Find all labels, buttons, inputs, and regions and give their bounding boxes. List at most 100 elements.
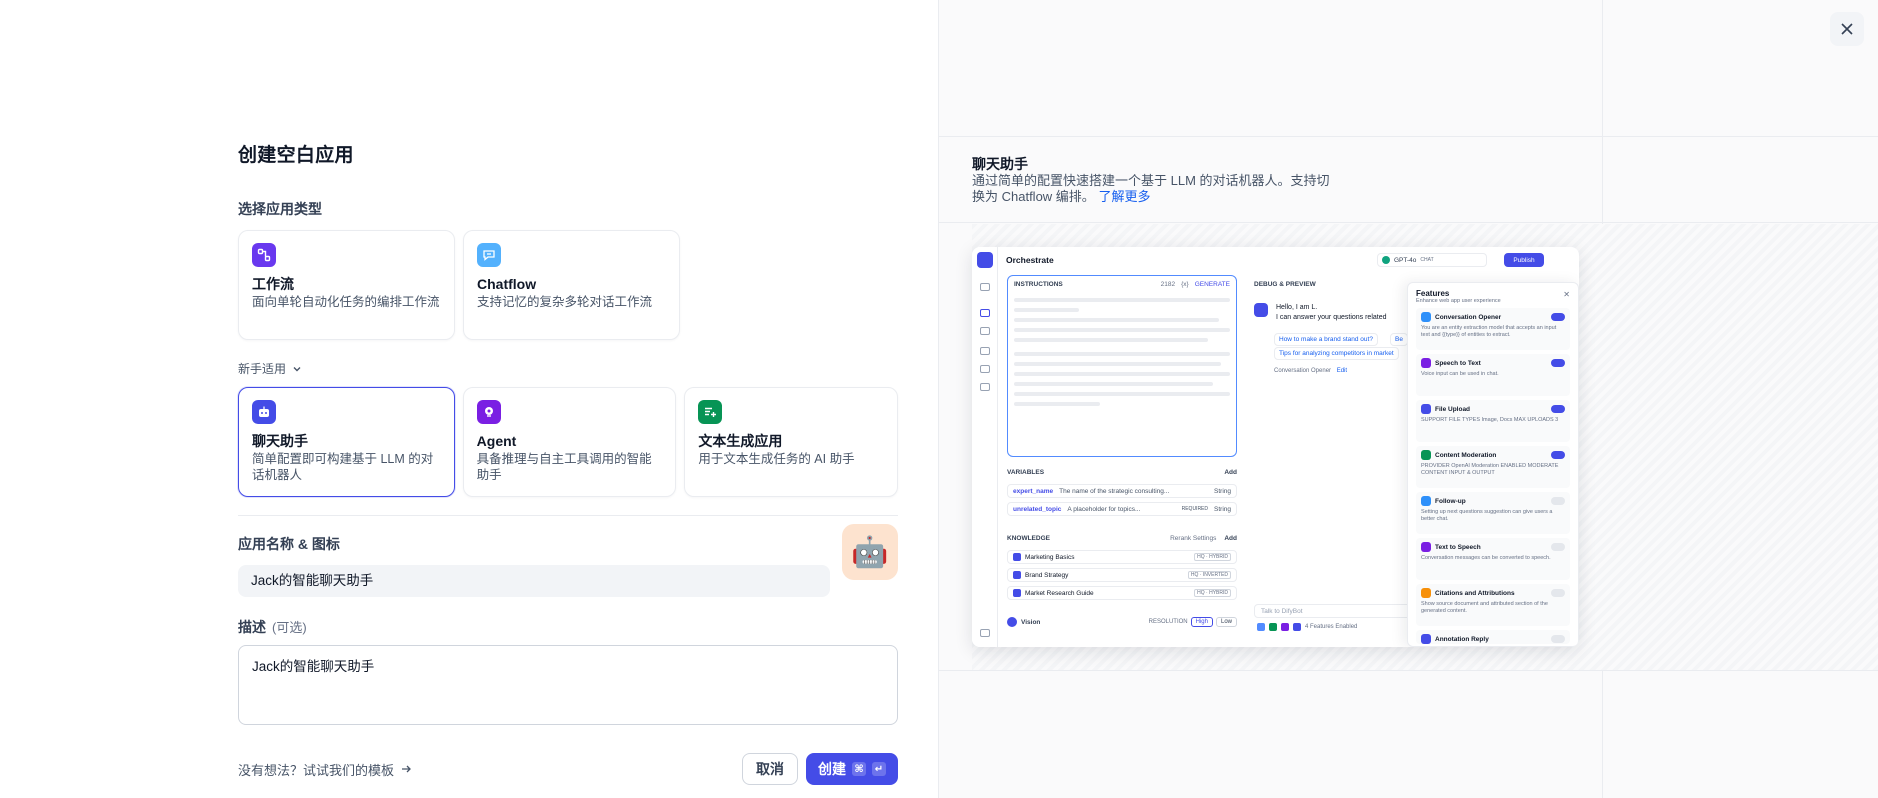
feature-dot-icon [1257,623,1265,631]
variable-type: String [1214,488,1231,495]
type-name: Chatflow [477,276,537,292]
action-buttons: 取消 创建 ⌘ ↵ [742,753,898,785]
feature-desc: Conversation messages can be converted t… [1421,555,1551,561]
opener-row: Conversation Opener Edit [1274,368,1347,374]
feature-desc: Voice input can be used in chat. [1421,371,1499,377]
generate-label: GENERATE [1194,281,1230,288]
nav-icon [980,309,990,317]
feature-row: File Upload [1421,404,1565,414]
basic-types: 聊天助手 简单配置即可构建基于 LLM 的对话机器人 Agent 具备推理与自主… [238,387,898,497]
placeholder-line [1014,328,1230,332]
variable-row: unrelated_topic A placeholder for topics… [1007,502,1237,516]
feature-row: Citations and Attributions [1421,588,1565,598]
chat-message: Hello, I am L. I can answer your questio… [1254,303,1387,323]
placeholder-line [1014,352,1230,356]
description-label: 描述 [238,619,266,635]
knowledge-row: Market Research Guide HQ · HYBRID [1007,586,1237,600]
type-card-agent[interactable]: Agent 具备推理与自主工具调用的智能助手 [462,387,677,497]
feature-dot-icon [1281,623,1289,631]
placeholder-line [1014,338,1209,342]
vision-label: Vision [1021,618,1041,626]
type-card-text-generator[interactable]: 文本生成应用 用于文本生成任务的 AI 助手 [684,387,898,497]
app-name-input[interactable]: Jack的智能聊天助手 [238,565,830,597]
learn-more-link[interactable]: 了解更多 [1098,189,1150,204]
feature-icon [1421,542,1431,552]
feature-toggle [1551,635,1565,643]
feature-dot-icon [1269,623,1277,631]
feature-toggle [1551,497,1565,505]
dataset-tag: HQ · HYBRID [1194,589,1231,597]
create-button[interactable]: 创建 ⌘ ↵ [806,753,898,785]
feature-toggle [1551,359,1565,367]
chevron-down-icon [293,366,301,371]
preview-title: 聊天助手 [972,156,1028,172]
feature-item: Text to Speech Conversation messages can … [1416,538,1570,580]
type-desc: 具备推理与自主工具调用的智能助手 [476,452,652,482]
dataset-name: Brand Strategy [1025,571,1069,579]
novice-toggle[interactable]: 新手适用 [238,360,898,377]
type-desc: 简单配置即可构建基于 LLM 的对话机器人 [252,452,434,482]
feature-toggle [1551,543,1565,551]
orchestrate-title: Orchestrate [1006,255,1054,265]
type-card-chatbot[interactable]: 聊天助手 简单配置即可构建基于 LLM 的对话机器人 [238,387,455,497]
nav-icon [980,327,990,335]
model-name: GPT-4o [1394,256,1417,264]
nav-icon [980,283,990,291]
cancel-button[interactable]: 取消 [742,753,798,785]
advanced-types: 工作流 面向单轮自动化任务的编排工作流 Chatflow 支持记忆的复杂多轮对话… [238,230,898,340]
close-button[interactable] [1830,12,1864,46]
knowledge-row: Brand Strategy HQ · INVERTED [1007,568,1237,582]
template-link-text: 没有想法？试试我们的模板 [238,762,395,778]
chatflow-icon [477,243,501,267]
name-field-group: 应用名称 & 图标 Jack的智能聊天助手 [238,534,830,597]
feature-toggle [1551,589,1565,597]
create-app-dialog: 创建空白应用 选择应用类型 工作流 面向单轮自动化任务的编排工作流 Chatfl… [0,0,1878,798]
placeholder-line [1014,392,1230,396]
dataset-tag: HQ · INVERTED [1187,571,1231,579]
feature-item: Content Moderation PROVIDER OpenAI Modera… [1416,446,1570,488]
type-desc: 面向单轮自动化任务的编排工作流 [252,295,440,309]
preview-sidebar [972,247,998,647]
feature-name: Annotation Reply [1435,635,1489,643]
resolution-high: High [1190,617,1213,627]
feature-item: Citations and Attributions Show source do… [1416,584,1570,626]
variables-header: VARIABLES Add [1007,469,1237,476]
description-textarea[interactable]: Jack的智能聊天助手 [238,645,898,725]
variable-desc: A placeholder for topics... [1067,506,1141,513]
app-icon-picker[interactable]: 🤖 [842,524,898,580]
preview-screenshot: Orchestrate GPT-4o CHAT Publish INSTRUCT… [972,247,1579,647]
variables-label: VARIABLES [1007,469,1045,476]
optional-hint: (可选) [272,620,307,635]
app-logo-icon [977,252,993,268]
description-label-row: 描述 (可选) [238,617,898,637]
feature-desc: SUPPORT FILE TYPES Image, Docs MAX UPLOA… [1421,417,1559,423]
variable-row: expert_name The name of the strategic co… [1007,484,1237,498]
debug-preview-label: DEBUG & PREVIEW [1254,281,1316,288]
placeholder-line [1014,402,1101,406]
feature-row: Conversation Opener [1421,312,1565,322]
feature-row: Follow-up [1421,496,1565,506]
feature-name: Citations and Attributions [1435,589,1515,597]
nav-icon [980,629,990,637]
add-variable: Add [1224,469,1237,476]
feature-desc: Show source document and attributed sect… [1421,601,1548,614]
features-title: Features [1416,289,1450,298]
feature-row: Content Moderation [1421,450,1565,460]
feature-icon [1421,634,1431,644]
dataset-name: Marketing Basics [1025,553,1075,561]
model-tag: CHAT [1420,257,1434,263]
feature-item: File Upload SUPPORT FILE TYPES Image, Doc… [1416,400,1570,442]
char-count: 2182 [1160,281,1176,288]
variable-type: String [1214,506,1231,513]
create-label: 创建 [818,761,846,777]
preview-desc-text: 通过简单的配置快速搭建一个基于 LLM 的对话机器人。支持切换为 Chatflo… [972,173,1330,204]
feature-toggle [1551,313,1565,321]
opener-label: Conversation Opener [1274,368,1332,374]
type-card-workflow[interactable]: 工作流 面向单轮自动化任务的编排工作流 [238,230,455,340]
preview-panel: 聊天助手 通过简单的配置快速搭建一个基于 LLM 的对话机器人。支持切换为 Ch… [938,0,1878,798]
feature-toggle [1551,405,1565,413]
cmd-key: ⌘ [852,762,866,776]
type-card-chatflow[interactable]: Chatflow 支持记忆的复杂多轮对话工作流 [463,230,680,340]
template-link[interactable]: 没有想法？试试我们的模板 [238,760,412,779]
feature-row: Speech to Text [1421,358,1565,368]
